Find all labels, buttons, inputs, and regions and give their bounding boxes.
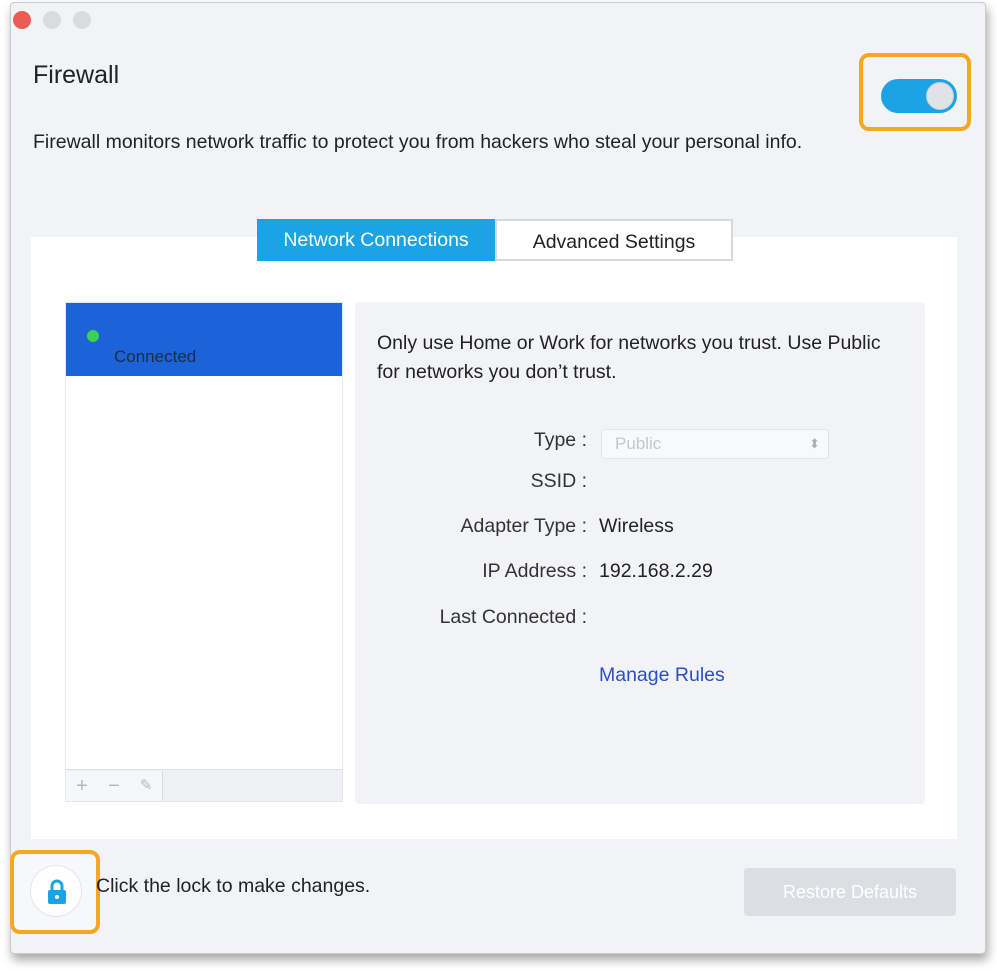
close-window-button[interactable] (13, 11, 31, 29)
remove-network-button[interactable]: − (98, 771, 131, 801)
firewall-toggle[interactable] (881, 79, 957, 113)
adapter-type-label: Adapter Type : (460, 515, 587, 537)
add-network-button[interactable]: + (66, 771, 99, 801)
firewall-description: Firewall monitors network traffic to pro… (33, 131, 803, 153)
restore-defaults-button[interactable]: Restore Defaults (744, 868, 956, 916)
minimize-window-button[interactable] (43, 11, 61, 29)
minus-icon: − (108, 775, 120, 797)
page-title: Firewall (33, 61, 120, 89)
type-label: Type : (533, 429, 587, 451)
firewall-window: Firewall Firewall monitors network traff… (10, 2, 986, 954)
network-type-value: Public (615, 434, 662, 453)
trust-hint-text: Only use Home or Work for networks you t… (377, 332, 881, 383)
lock-instruction-text: Click the lock to make changes. (96, 875, 371, 897)
list-toolbar: + − ✎ (66, 769, 342, 801)
network-list-item[interactable]: Connected (66, 303, 342, 376)
network-status-label: Connected (114, 347, 197, 366)
ip-address-value: 192.168.2.29 (599, 560, 713, 582)
connected-status-dot-icon (87, 330, 99, 342)
manage-rules-link[interactable]: Manage Rules (599, 664, 725, 687)
tab-bar: Network Connections Advanced Settings (257, 219, 733, 261)
network-type-select[interactable]: Public ⬍ (601, 429, 829, 459)
tab-network-connections[interactable]: Network Connections (257, 219, 495, 261)
adapter-type-value: Wireless (599, 515, 674, 537)
last-connected-label: Last Connected : (439, 606, 587, 628)
maximize-window-button[interactable] (73, 11, 91, 29)
select-arrows-icon: ⬍ (809, 436, 820, 451)
pencil-icon: ✎ (139, 777, 153, 794)
edit-network-button[interactable]: ✎ (130, 771, 163, 801)
titlebar (11, 3, 985, 39)
network-details-panel: Only use Home or Work for networks you t… (355, 302, 925, 804)
ip-address-label: IP Address : (482, 560, 587, 582)
lock-icon (48, 879, 66, 904)
network-list: Connected + − ✎ (65, 302, 343, 802)
ssid-label: SSID : (530, 470, 587, 492)
tab-advanced-settings[interactable]: Advanced Settings (495, 219, 733, 261)
lock-button[interactable] (30, 865, 82, 917)
toggle-knob (926, 82, 954, 110)
plus-icon: + (76, 775, 88, 797)
